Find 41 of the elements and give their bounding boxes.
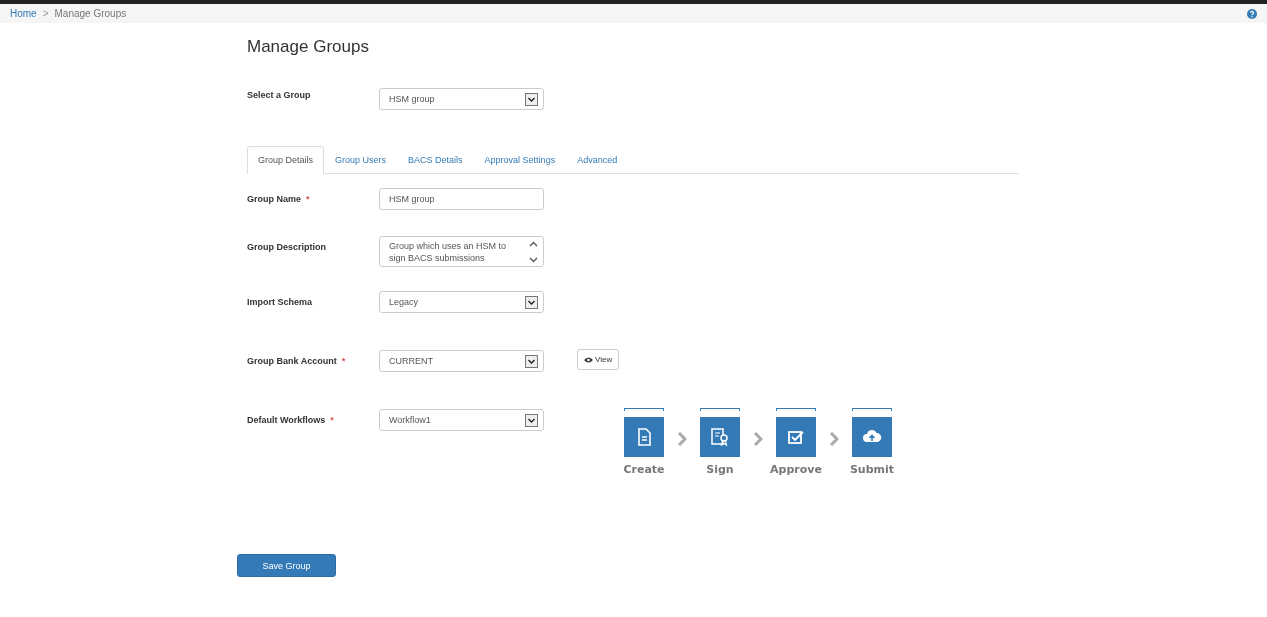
step-label: Create [623, 463, 665, 476]
certificate-icon [710, 427, 730, 447]
dropdown-field[interactable]: CURRENT [379, 350, 544, 372]
chevron-icon [677, 432, 687, 446]
field-label: Group Bank Account [247, 356, 337, 366]
field-label: Group Name [247, 194, 301, 204]
dropdown-field[interactable]: Legacy [379, 291, 544, 313]
view-button[interactable]: View [577, 349, 620, 370]
required-asterisk: * [306, 194, 310, 204]
chevron-icon [753, 432, 763, 446]
step-bracket [624, 408, 664, 411]
step-label: Sign [706, 463, 734, 476]
text-field[interactable]: HSM group [379, 188, 544, 210]
save-group-button[interactable]: Save Group [237, 554, 336, 577]
dropdown-caret-icon [525, 413, 538, 427]
field-label: Select a Group [247, 89, 312, 100]
dropdown-field[interactable]: Workflow1 [379, 409, 544, 431]
field-label: Default Workflows [247, 415, 326, 425]
step-bracket [852, 408, 892, 411]
step-bracket [776, 408, 816, 411]
required-asterisk: * [330, 415, 334, 425]
dropdown-caret-icon [525, 295, 538, 309]
step-label: Submit [849, 463, 895, 476]
help-icon[interactable] [1247, 8, 1257, 19]
field-label: Import Schema [247, 297, 313, 307]
breadcrumb-current: Manage Groups [54, 8, 127, 19]
tab[interactable]: Group Details [247, 146, 325, 174]
required-asterisk: * [341, 356, 346, 366]
dropdown-caret-icon [525, 354, 538, 368]
breadcrumb-link[interactable]: Home [10, 8, 37, 19]
step-label: Approve [770, 463, 822, 476]
dropdown-caret-icon [525, 92, 538, 106]
page-title: Manage Groups [247, 37, 370, 57]
chevron-icon [829, 432, 839, 446]
breadcrumb-separator: > [42, 8, 49, 19]
dropdown-field[interactable]: HSM group [379, 88, 544, 110]
field-label: Group Description [247, 242, 326, 252]
eye-icon [584, 356, 593, 363]
textarea-field[interactable]: Group which uses an HSM to sign BACS submissions [379, 236, 544, 267]
step-bracket [700, 408, 740, 411]
scroll-arrows-icon[interactable] [529, 240, 538, 264]
